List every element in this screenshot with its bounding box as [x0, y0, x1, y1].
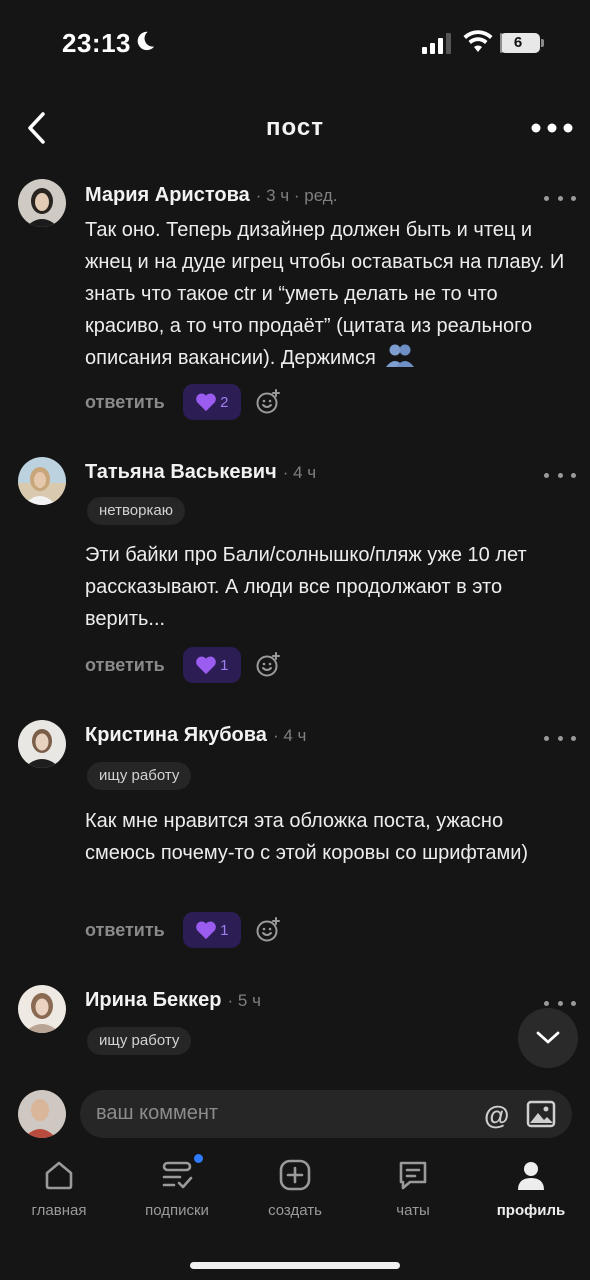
post-header: пост: [0, 96, 590, 160]
purple-heart-icon: [196, 656, 216, 675]
tab-label: профиль: [496, 1202, 566, 1219]
comment-menu-button[interactable]: [544, 190, 576, 206]
profile-icon: [518, 1162, 544, 1190]
mention-button[interactable]: @: [484, 1100, 509, 1131]
tab-profile[interactable]: профиль: [472, 1158, 590, 1219]
reply-button[interactable]: ответить: [85, 655, 165, 676]
comment-item: Кристина Якубова · 4 ч ищу работу Как мн…: [0, 710, 590, 970]
comment-item: Татьяна Васькевич · 4 ч нетворкаю Эти ба…: [0, 445, 590, 705]
reaction-count: 1: [220, 921, 229, 939]
tab-chats[interactable]: чаты: [354, 1158, 472, 1219]
battery-tip: [541, 39, 544, 47]
avatar[interactable]: [18, 1090, 66, 1138]
comment-meta: · 5 ч: [227, 991, 261, 1010]
comment-composer: ваш коммент @: [0, 1082, 590, 1148]
reaction-button[interactable]: 2: [182, 384, 241, 420]
tab-create[interactable]: создать: [236, 1158, 354, 1219]
avatar[interactable]: [18, 985, 66, 1033]
page-title: пост: [266, 114, 324, 141]
reply-button[interactable]: ответить: [85, 920, 165, 941]
comment-meta: · 3 ч · ред.: [255, 186, 338, 205]
cellular-signal-icon: [422, 33, 451, 54]
status-tag: нетворкаю: [87, 497, 185, 525]
avatar[interactable]: [18, 179, 66, 227]
comment-actions: ответить 2: [85, 382, 281, 422]
plus-circle-icon: [279, 1159, 311, 1191]
moon-icon: [137, 31, 155, 51]
avatar[interactable]: [18, 720, 66, 768]
purple-heart-icon: [196, 921, 216, 940]
comment-header: Татьяна Васькевич · 4 ч: [85, 461, 316, 489]
add-reaction-icon[interactable]: [255, 652, 281, 678]
avatar[interactable]: [18, 457, 66, 505]
status-time: 23:13: [62, 28, 131, 58]
comment-text: Эти байки про Бали/солнышко/пляж уже 10 …: [85, 544, 527, 630]
bottom-tab-bar: главная подписки создать чаты профиль: [0, 1150, 590, 1280]
comment-item: Мария Аристова · 3 ч · ред. Так оно. Теп…: [0, 170, 590, 440]
author-name[interactable]: Ирина Беккер: [85, 989, 222, 1012]
chat-icon: [399, 1161, 427, 1190]
wifi-icon: [463, 30, 493, 52]
status-tag: ищу работу: [87, 1027, 192, 1055]
reaction-button[interactable]: 1: [182, 647, 241, 683]
status-tag: ищу работу: [87, 762, 192, 790]
status-bar: 23:13 6: [0, 0, 590, 90]
comment-input-placeholder: ваш коммент: [96, 1102, 219, 1124]
add-reaction-icon[interactable]: [255, 917, 281, 943]
add-reaction-icon[interactable]: [255, 389, 281, 415]
comment-header: Ирина Беккер · 5 ч: [85, 989, 261, 1017]
tab-home[interactable]: главная: [0, 1158, 118, 1219]
comment-header: Мария Аристова · 3 ч · ред.: [85, 184, 337, 212]
home-indicator: [190, 1262, 400, 1269]
comment-text: Так оно. Теперь дизайнер должен быть и ч…: [85, 214, 577, 374]
comment-input[interactable]: ваш коммент @: [80, 1090, 572, 1138]
comment-menu-button[interactable]: [544, 730, 576, 746]
tab-label: главная: [31, 1202, 87, 1219]
reaction-count: 2: [220, 393, 229, 411]
tab-label: подписки: [145, 1202, 209, 1219]
comment-header: Кристина Якубова · 4 ч: [85, 724, 306, 752]
comment-text: Как мне нравится эта обложка поста, ужас…: [85, 810, 529, 864]
more-options-button[interactable]: [528, 114, 576, 142]
author-name[interactable]: Кристина Якубова: [85, 724, 267, 747]
battery-icon: 6: [500, 33, 540, 53]
tab-label: чаты: [396, 1202, 430, 1219]
home-icon: [45, 1161, 73, 1190]
comment-actions: ответить 1: [85, 910, 281, 950]
purple-heart-icon: [196, 393, 216, 412]
comment-text-content: Так оно. Теперь дизайнер должен быть и ч…: [85, 219, 565, 369]
notification-dot: [194, 1154, 203, 1163]
author-name[interactable]: Мария Аристова: [85, 184, 250, 207]
image-attach-icon[interactable]: [526, 1100, 556, 1128]
author-name[interactable]: Татьяна Васькевич: [85, 461, 277, 484]
chevron-down-icon: [536, 1031, 560, 1044]
reaction-count: 1: [220, 656, 229, 674]
tab-subscriptions[interactable]: подписки: [118, 1158, 236, 1219]
comments-list: Мария Аристова · 3 ч · ред. Так оно. Теп…: [0, 170, 590, 1082]
subscriptions-icon: [162, 1161, 193, 1189]
reply-button[interactable]: ответить: [85, 392, 165, 413]
reaction-button[interactable]: 1: [182, 912, 241, 948]
comment-menu-button[interactable]: [544, 467, 576, 483]
comment-actions: ответить 1: [85, 645, 281, 685]
tab-label: создать: [268, 1202, 322, 1219]
comment-item: Ирина Беккер · 5 ч ищу работу: [0, 975, 590, 1082]
more-horizontal-icon: [531, 123, 573, 133]
comment-meta: · 4 ч: [272, 726, 307, 745]
scroll-down-button[interactable]: [518, 1008, 578, 1068]
comment-meta: · 4 ч: [282, 463, 317, 482]
people-emoji-icon: [386, 344, 415, 367]
battery-percent: 6: [513, 34, 523, 51]
